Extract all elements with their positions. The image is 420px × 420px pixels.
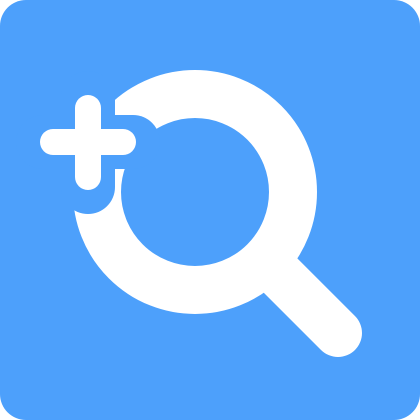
- zoom-in-app-icon[interactable]: [0, 0, 420, 420]
- zoom-in-icon: [0, 0, 420, 420]
- icon-background: [0, 0, 420, 420]
